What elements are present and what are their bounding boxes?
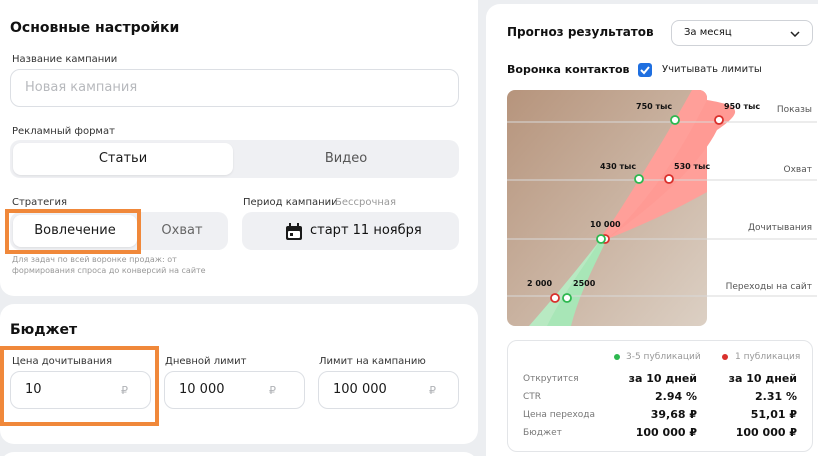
point-green-reads-label: 10 000	[590, 220, 621, 229]
row-red-budget: 100 000 ₽	[735, 426, 797, 439]
row-label-click-price: Цена перехода	[523, 410, 596, 420]
limits-checkbox-label[interactable]: Учитывать лимиты	[662, 64, 762, 75]
format-option-articles-label: Статьи	[98, 151, 148, 166]
period-start-text: старт 11 ноября	[310, 223, 422, 238]
legend-red-dot	[722, 354, 728, 360]
daily-limit-value: 10 000	[179, 382, 225, 397]
row-green-ctr: 2.94 %	[655, 390, 697, 403]
ad-format-label: Рекламный формат	[12, 126, 115, 137]
daily-limit-currency: ₽	[269, 384, 276, 397]
basic-settings-title: Основные настройки	[10, 20, 180, 36]
legend-green-dot	[614, 354, 620, 360]
row-green-click-price: 39,68 ₽	[650, 408, 697, 421]
daily-limit-input[interactable]: 10 000 ₽	[164, 371, 305, 409]
strategy-option-reach[interactable]: Охват	[137, 223, 227, 238]
row-label-ctr: CTR	[523, 392, 542, 402]
campaign-limit-value: 100 000	[333, 382, 387, 397]
point-green-reads	[596, 234, 606, 244]
read-price-highlight-frame	[0, 346, 159, 426]
strategy-label: Стратегия	[12, 197, 68, 208]
period-start-button[interactable]: старт 11 ноября	[242, 212, 459, 250]
forecast-title: Прогноз результатов	[507, 25, 654, 39]
row-red-click-price: 51,01 ₽	[750, 408, 797, 421]
campaign-name-placeholder: Новая кампания	[25, 80, 138, 95]
campaign-limit-input[interactable]: 100 000 ₽	[318, 371, 459, 409]
point-red-reach	[664, 174, 674, 184]
point-green-reach	[634, 174, 644, 184]
next-section-card	[0, 452, 478, 456]
point-green-clicks	[562, 293, 572, 303]
legend-green-label: 3-5 публикаций	[626, 352, 701, 362]
point-red-impressions	[714, 115, 724, 125]
limits-checkbox[interactable]	[638, 63, 652, 77]
campaign-name-input[interactable]: Новая кампания	[10, 69, 459, 107]
row-label-budget: Бюджет	[523, 428, 562, 438]
point-green-clicks-label: 2500	[573, 279, 596, 288]
row-red-ctr: 2.31 %	[755, 390, 797, 403]
daily-limit-label: Дневной лимит	[165, 356, 247, 367]
point-green-reach-label: 430 тыс	[600, 162, 637, 171]
funnel-title: Воронка контактов	[507, 63, 630, 76]
stage-label-reads: Дочитывания	[747, 223, 812, 233]
point-green-impressions	[670, 115, 680, 125]
legend-red-label: 1 публикация	[735, 352, 801, 362]
row-green-budget: 100 000 ₽	[635, 426, 697, 439]
format-option-video[interactable]: Видео	[236, 151, 456, 166]
stage-label-impressions: Показы	[776, 105, 812, 115]
stage-label-reach: Охват	[783, 165, 812, 175]
point-green-impressions-label: 750 тыс	[636, 102, 673, 111]
row-green-duration: за 10 дней	[628, 372, 697, 385]
campaign-limit-label: Лимит на кампанию	[319, 356, 426, 367]
strategy-highlight-frame	[5, 209, 141, 254]
point-red-clicks-label: 2 000	[527, 279, 553, 288]
strategy-hint: Для задач по всей воронке продаж: от фор…	[12, 255, 206, 275]
forecast-period-select[interactable]: За месяц	[671, 20, 813, 46]
row-red-duration: за 10 дней	[728, 372, 797, 385]
period-sublabel: Бессрочная	[335, 197, 397, 208]
campaign-name-label: Название кампании	[12, 54, 118, 65]
forecast-period-value: За месяц	[684, 27, 732, 38]
period-label: Период кампании	[243, 197, 338, 208]
funnel-chart	[507, 90, 817, 326]
budget-title: Бюджет	[10, 322, 78, 338]
campaign-limit-currency: ₽	[429, 384, 436, 397]
row-label-duration: Открутится	[523, 374, 579, 384]
calendar-icon	[286, 223, 302, 240]
stage-label-clicks: Переходы на сайт	[725, 282, 812, 292]
point-red-clicks	[550, 293, 560, 303]
chevron-down-icon	[790, 31, 800, 37]
check-icon	[640, 66, 650, 75]
